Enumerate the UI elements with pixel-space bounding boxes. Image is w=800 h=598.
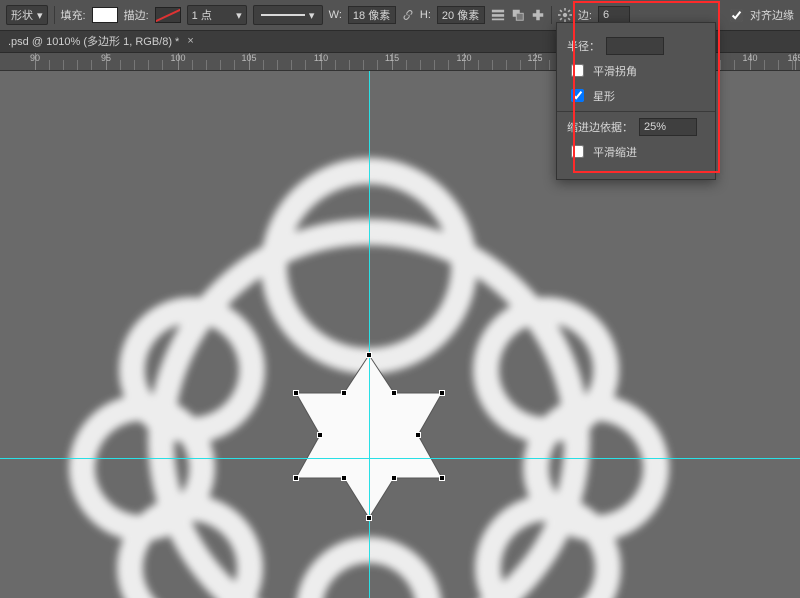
smooth-indent-label: 平滑缩进 bbox=[593, 144, 637, 160]
radius-input[interactable] bbox=[606, 37, 664, 55]
stroke-label: 描边: bbox=[124, 7, 149, 23]
anchor-point[interactable] bbox=[439, 475, 445, 481]
anchor-point[interactable] bbox=[341, 475, 347, 481]
anchor-point[interactable] bbox=[293, 475, 299, 481]
smooth-corners-check[interactable] bbox=[571, 64, 584, 77]
height-input[interactable] bbox=[437, 6, 485, 24]
link-icon[interactable] bbox=[402, 9, 414, 21]
anchor-point[interactable] bbox=[341, 390, 347, 396]
width-input[interactable] bbox=[348, 6, 396, 24]
ruler-tick-label: 125 bbox=[527, 53, 542, 63]
anchor-point[interactable] bbox=[415, 432, 421, 438]
gear-icon[interactable] bbox=[558, 8, 572, 22]
anchor-point[interactable] bbox=[293, 390, 299, 396]
ruler-tick-label: 140 bbox=[742, 53, 757, 63]
anchor-point[interactable] bbox=[391, 475, 397, 481]
separator bbox=[54, 6, 55, 24]
star-check[interactable] bbox=[571, 89, 584, 102]
path-align-icon[interactable] bbox=[491, 8, 505, 22]
solid-line-icon bbox=[261, 14, 305, 16]
anchor-point[interactable] bbox=[366, 515, 372, 521]
separator bbox=[557, 111, 715, 112]
tool-mode-dropdown[interactable]: 形状 ▾ bbox=[6, 5, 48, 25]
ruler-tick-label: 110 bbox=[314, 53, 328, 63]
indent-label: 缩进边依据： bbox=[567, 119, 633, 135]
sides-label: 边: bbox=[578, 7, 592, 23]
ruler-tick-label: 95 bbox=[101, 53, 111, 63]
align-edge-checkbox[interactable]: 对齐边缘 bbox=[726, 6, 794, 25]
polygon-options-panel: 半径： 平滑拐角 星形 缩进边依据： 平滑缩进 bbox=[556, 22, 716, 180]
align-edge-label: 对齐边缘 bbox=[750, 7, 794, 23]
indent-input[interactable] bbox=[639, 118, 697, 136]
ruler-tick-label: 165 bbox=[787, 53, 800, 63]
path-ops-icon[interactable] bbox=[531, 8, 545, 22]
stroke-dash-dropdown[interactable]: ▾ bbox=[253, 5, 323, 25]
ruler-tick-label: 100 bbox=[170, 53, 185, 63]
radius-label: 半径： bbox=[567, 38, 600, 54]
anchor-point[interactable] bbox=[366, 352, 372, 358]
chevron-down-icon: ▾ bbox=[309, 9, 315, 22]
stroke-width-dropdown[interactable]: 1 点 ▾ bbox=[187, 5, 247, 25]
anchor-point[interactable] bbox=[317, 432, 323, 438]
anchor-point[interactable] bbox=[391, 390, 397, 396]
ruler-tick-label: 115 bbox=[385, 53, 399, 63]
document-tab[interactable]: .psd @ 1010% (多边形 1, RGB/8) * bbox=[8, 33, 179, 49]
fill-swatch[interactable] bbox=[92, 7, 118, 23]
smooth-corners-label: 平滑拐角 bbox=[593, 63, 637, 79]
separator bbox=[551, 6, 552, 24]
smooth-indent-check[interactable] bbox=[571, 145, 584, 158]
chevron-down-icon: ▾ bbox=[37, 9, 43, 22]
align-edge-check[interactable] bbox=[730, 9, 743, 22]
guide-horizontal[interactable] bbox=[0, 458, 800, 459]
anchor-point[interactable] bbox=[439, 390, 445, 396]
ruler-tick-label: 105 bbox=[241, 53, 256, 63]
path-arrange-icon[interactable] bbox=[511, 8, 525, 22]
stroke-width-value: 1 点 bbox=[192, 7, 212, 23]
fill-label: 填充: bbox=[61, 7, 86, 23]
ruler-tick-label: 120 bbox=[456, 53, 471, 63]
height-label: H: bbox=[420, 9, 431, 21]
ruler-tick-label: 90 bbox=[30, 53, 40, 63]
stroke-swatch[interactable] bbox=[155, 7, 181, 23]
close-icon[interactable]: × bbox=[187, 35, 193, 47]
star-label: 星形 bbox=[593, 88, 615, 104]
tool-mode-label: 形状 bbox=[11, 7, 33, 23]
width-label: W: bbox=[329, 9, 342, 21]
chevron-down-icon: ▾ bbox=[236, 9, 242, 22]
